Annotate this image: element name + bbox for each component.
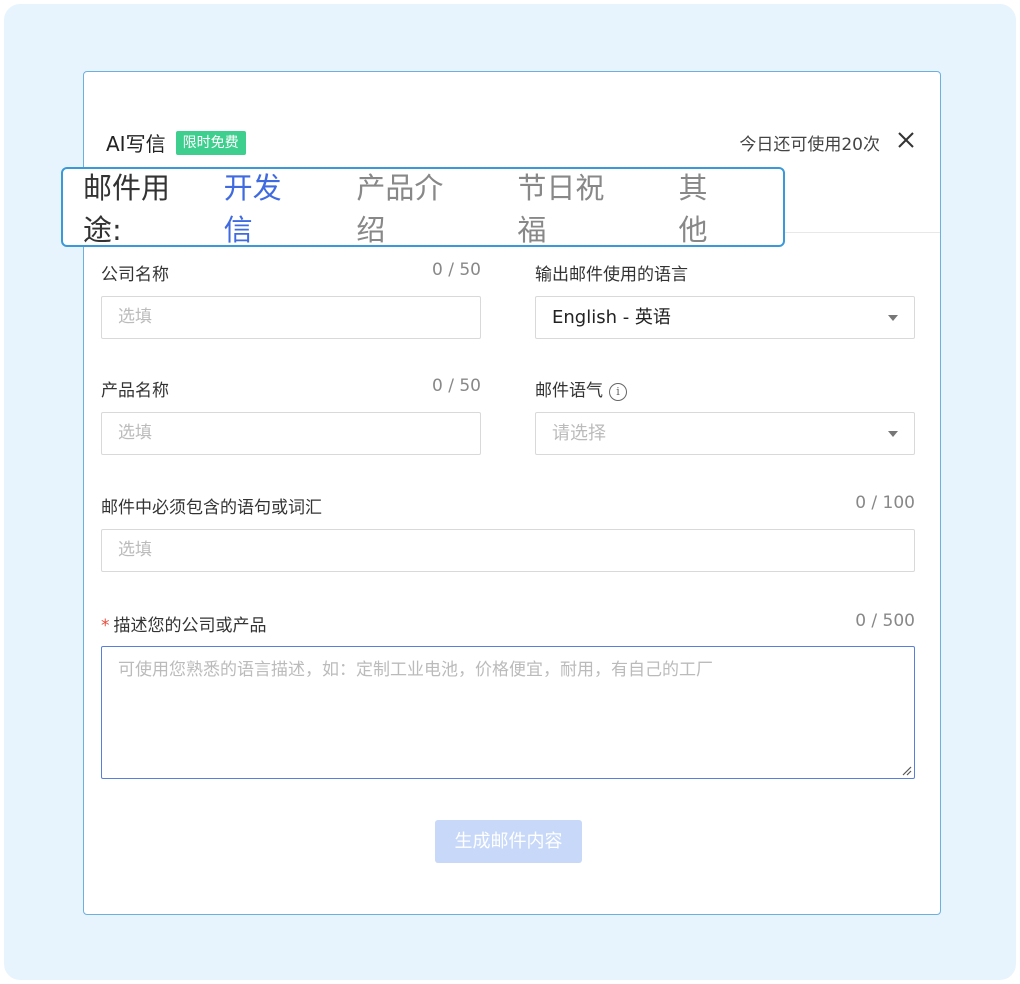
chevron-down-icon [888, 431, 898, 437]
info-icon[interactable]: i [609, 383, 627, 401]
required-mark: * [101, 616, 110, 636]
free-badge: 限时免费 [175, 130, 246, 155]
company-name-input[interactable]: 选填 [101, 296, 481, 339]
product-name-counter: 0 / 50 [432, 376, 481, 396]
mail-purpose-selector: 邮件用途: 开发信 产品介绍 节日祝福 其他 [61, 167, 785, 247]
tone-placeholder: 请选择 [552, 423, 606, 444]
resize-handle-icon[interactable] [900, 764, 912, 776]
tone-label-row: 邮件语气 i [535, 376, 627, 401]
mail-purpose-label: 邮件用途: [83, 171, 171, 247]
output-language-value: English - 英语 [552, 307, 671, 328]
must-include-input[interactable]: 选填 [101, 529, 915, 572]
dialog-title-text: AI写信 [106, 132, 166, 156]
company-name-label: 公司名称 [101, 265, 169, 285]
dialog-title: AI写信 限时免费 [106, 128, 246, 157]
page-background: AI写信 限时免费 今日还可使用20次 邮件用途: 开发信 产品介绍 节日祝福 … [4, 4, 1016, 980]
description-label-row: * 描述您的公司或产品 [101, 611, 267, 636]
must-include-label: 邮件中必须包含的语句或词汇 [101, 498, 322, 518]
close-icon[interactable] [894, 128, 918, 152]
tone-label: 邮件语气 [535, 381, 603, 401]
product-name-label: 产品名称 [101, 381, 169, 401]
description-textarea[interactable]: 可使用您熟悉的语言描述，如：定制工业电池，价格便宜，耐用，有自己的工厂 [101, 646, 915, 779]
company-name-counter: 0 / 50 [432, 260, 481, 280]
chevron-down-icon [888, 315, 898, 321]
description-counter: 0 / 500 [855, 611, 915, 631]
must-include-counter: 0 / 100 [855, 493, 915, 513]
tab-other[interactable]: 其他 [678, 165, 735, 249]
generate-email-button[interactable]: 生成邮件内容 [435, 820, 582, 863]
tone-select[interactable]: 请选择 [535, 412, 915, 455]
output-language-select[interactable]: English - 英语 [535, 296, 915, 339]
output-language-label: 输出邮件使用的语言 [535, 265, 688, 285]
tab-product-intro[interactable]: 产品介绍 [356, 165, 469, 249]
product-name-input[interactable]: 选填 [101, 412, 481, 455]
usage-quota: 今日还可使用20次 [739, 135, 880, 155]
description-label: 描述您的公司或产品 [113, 616, 267, 636]
description-placeholder: 可使用您熟悉的语言描述，如：定制工业电池，价格便宜，耐用，有自己的工厂 [118, 660, 713, 680]
tab-cold-email[interactable]: 开发信 [224, 165, 309, 249]
tab-holiday-greeting[interactable]: 节日祝福 [517, 165, 630, 249]
